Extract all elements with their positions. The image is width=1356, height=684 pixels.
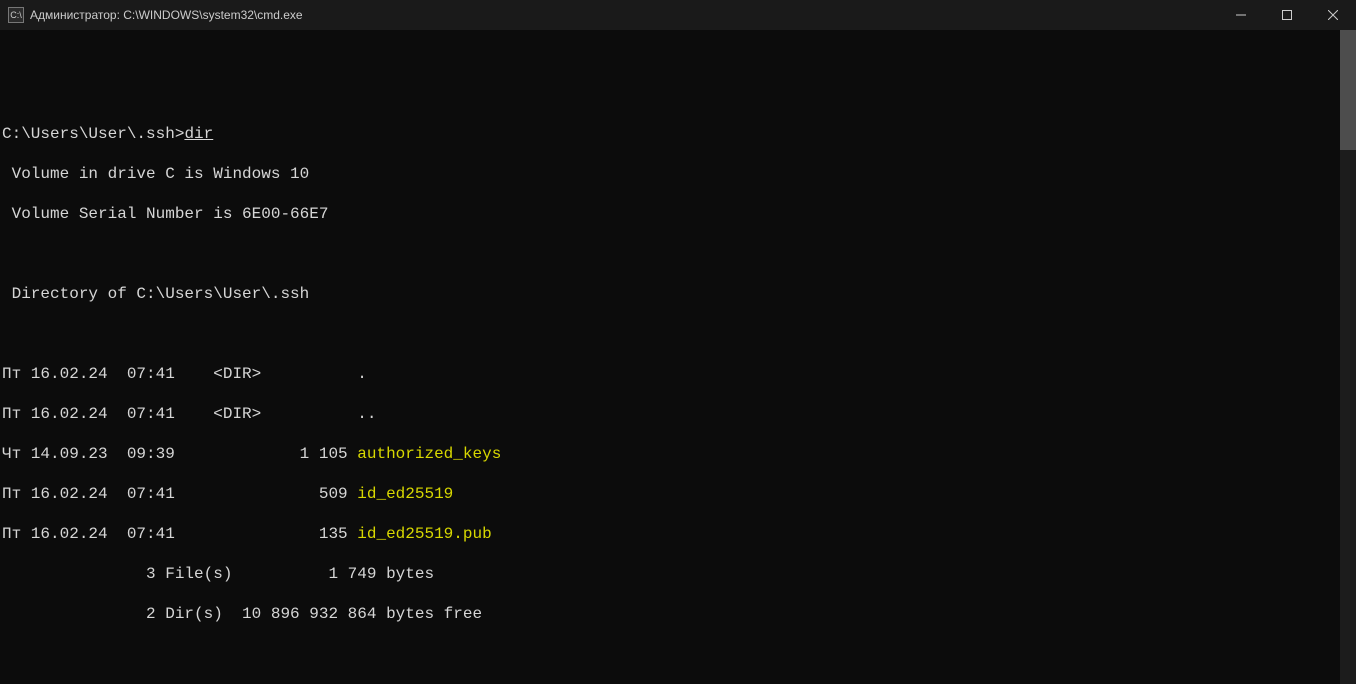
dir-entry-meta: Пт 16.02.24 07:41 135 [2, 525, 357, 543]
dir-entry-meta: Пт 16.02.24 07:41 509 [2, 485, 357, 503]
dir-entry-meta: Чт 14.09.23 09:39 1 105 [2, 445, 357, 463]
file-name: id_ed25519.pub [357, 525, 491, 543]
output-line: Directory of C:\Users\User\.ssh [2, 284, 1354, 304]
output-line: Volume in drive C is Windows 10 [2, 164, 1354, 184]
cmd-window: C:\ Администратор: C:\WINDOWS\system32\c… [0, 0, 1356, 684]
dir-summary: 2 Dir(s) 10 896 932 864 bytes free [2, 604, 1354, 624]
dir-entry: Пт 16.02.24 07:41 <DIR> . [2, 364, 1354, 384]
window-title: Администратор: C:\WINDOWS\system32\cmd.e… [30, 8, 303, 22]
dir-entry: Чт 14.09.23 09:39 1 105 authorized_keys [2, 444, 1354, 464]
prompt: C:\Users\User\.ssh> [2, 125, 184, 143]
dir-entry: Пт 16.02.24 07:41 509 id_ed25519 [2, 484, 1354, 504]
cmd-icon: C:\ [8, 7, 24, 23]
close-button[interactable] [1310, 0, 1356, 30]
minimize-icon [1236, 10, 1246, 20]
maximize-icon [1282, 10, 1292, 20]
dir-summary: 3 File(s) 1 749 bytes [2, 564, 1354, 584]
scrollbar-thumb[interactable] [1340, 30, 1356, 150]
file-name: authorized_keys [357, 445, 501, 463]
file-name: id_ed25519 [357, 485, 453, 503]
dir-entry: Пт 16.02.24 07:41 <DIR> .. [2, 404, 1354, 424]
window-controls [1218, 0, 1356, 30]
terminal-area[interactable]: C:\Users\User\.ssh>dir Volume in drive C… [0, 30, 1356, 684]
blank-line [2, 324, 1354, 344]
close-icon [1328, 10, 1338, 20]
output-line: Volume Serial Number is 6E00-66E7 [2, 204, 1354, 224]
command-dir: dir [184, 125, 213, 143]
blank-line [2, 644, 1354, 664]
dir-entry: Пт 16.02.24 07:41 135 id_ed25519.pub [2, 524, 1354, 544]
titlebar[interactable]: C:\ Администратор: C:\WINDOWS\system32\c… [0, 0, 1356, 30]
minimize-button[interactable] [1218, 0, 1264, 30]
cmd-icon-glyph: C:\ [10, 11, 22, 20]
maximize-button[interactable] [1264, 0, 1310, 30]
blank-line [2, 244, 1354, 264]
